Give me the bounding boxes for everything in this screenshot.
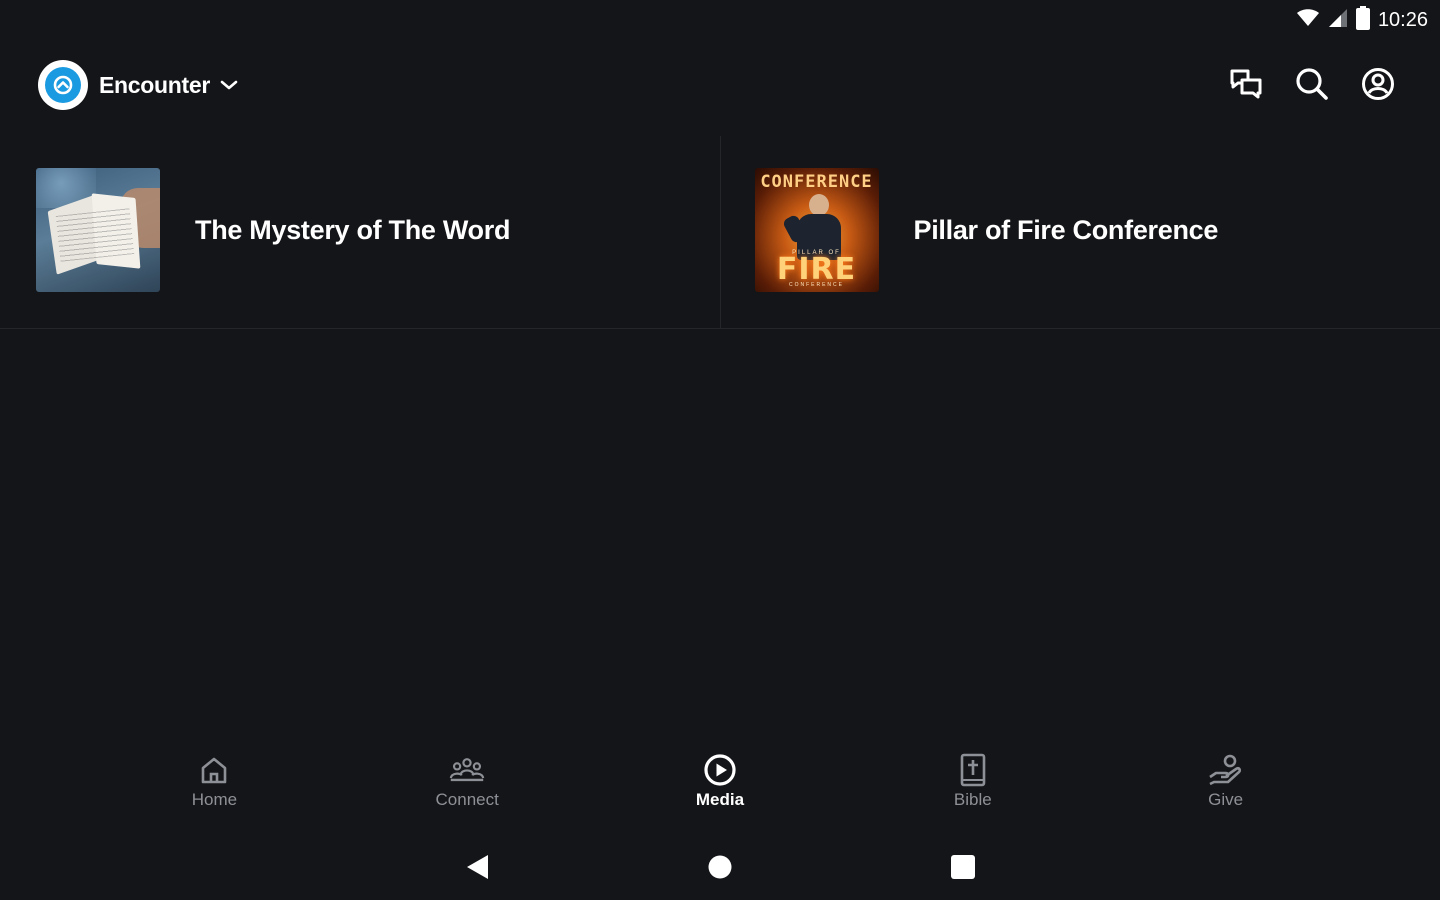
media-series-card[interactable]: CONFERENCE PILLAR OF FIRE CONFERENCE Pil… [719, 136, 1440, 328]
wifi-icon [1296, 8, 1320, 33]
give-hand-icon [1208, 752, 1244, 788]
people-icon [449, 752, 485, 788]
artwork-text-top: CONFERENCE [760, 172, 873, 192]
back-icon [467, 855, 488, 879]
church-switcher[interactable]: Encounter [38, 60, 238, 110]
nav-label: Home [191, 790, 238, 809]
search-button[interactable] [1294, 66, 1330, 102]
series-title: The Mystery of The Word [195, 215, 511, 245]
account-icon [1362, 68, 1394, 100]
battery-icon [1355, 6, 1370, 35]
recents-icon [951, 855, 975, 879]
play-circle-icon [702, 752, 738, 788]
chat-icon [1230, 69, 1262, 99]
series-thumbnail: CONFERENCE PILLAR OF FIRE CONFERENCE [754, 168, 879, 292]
nav-media[interactable]: Media [594, 752, 847, 824]
media-series-card[interactable]: The Mystery of The Word [0, 136, 720, 328]
logo-mark-icon [53, 75, 73, 95]
status-time: 10:26 [1377, 9, 1428, 31]
status-bar: 10:26 [0, 0, 1440, 40]
series-title: Pillar of Fire Conference [913, 215, 1219, 245]
media-series-grid: The Mystery of The Word CONFERENCE PILLA… [0, 136, 1440, 329]
search-icon [1296, 68, 1328, 100]
cell-signal-icon [1328, 8, 1348, 33]
church-name: Encounter [99, 71, 211, 98]
church-logo [38, 60, 88, 110]
bible-icon [955, 752, 991, 788]
series-thumbnail [36, 168, 160, 292]
recents-button[interactable] [946, 850, 980, 884]
app-bar-actions [1228, 66, 1396, 102]
system-navigation [0, 846, 1440, 886]
nav-label: Bible [953, 790, 992, 809]
home-icon [196, 752, 232, 788]
nav-bible[interactable]: Bible [846, 752, 1099, 824]
nav-label: Give [1208, 790, 1244, 809]
app-screen: 10:26 Encounter The Mystery of The Word … [0, 0, 1440, 900]
nav-give[interactable]: Give [1099, 752, 1352, 824]
home-circle-icon [708, 855, 732, 879]
nav-label: Connect [435, 790, 499, 809]
artwork-text-bottom: CONFERENCE [788, 282, 844, 288]
chevron-down-icon [220, 79, 238, 91]
system-home-button[interactable] [703, 850, 737, 884]
nav-connect[interactable]: Connect [341, 752, 594, 824]
account-button[interactable] [1360, 66, 1396, 102]
status-icons: 10:26 [1296, 6, 1428, 35]
back-button[interactable] [460, 850, 494, 884]
chat-button[interactable] [1228, 66, 1264, 102]
nav-home[interactable]: Home [88, 752, 341, 824]
nav-label: Media [695, 790, 745, 809]
app-bar: Encounter [0, 52, 1440, 118]
bottom-navigation: Home Connect Media Bible Give [88, 752, 1352, 824]
